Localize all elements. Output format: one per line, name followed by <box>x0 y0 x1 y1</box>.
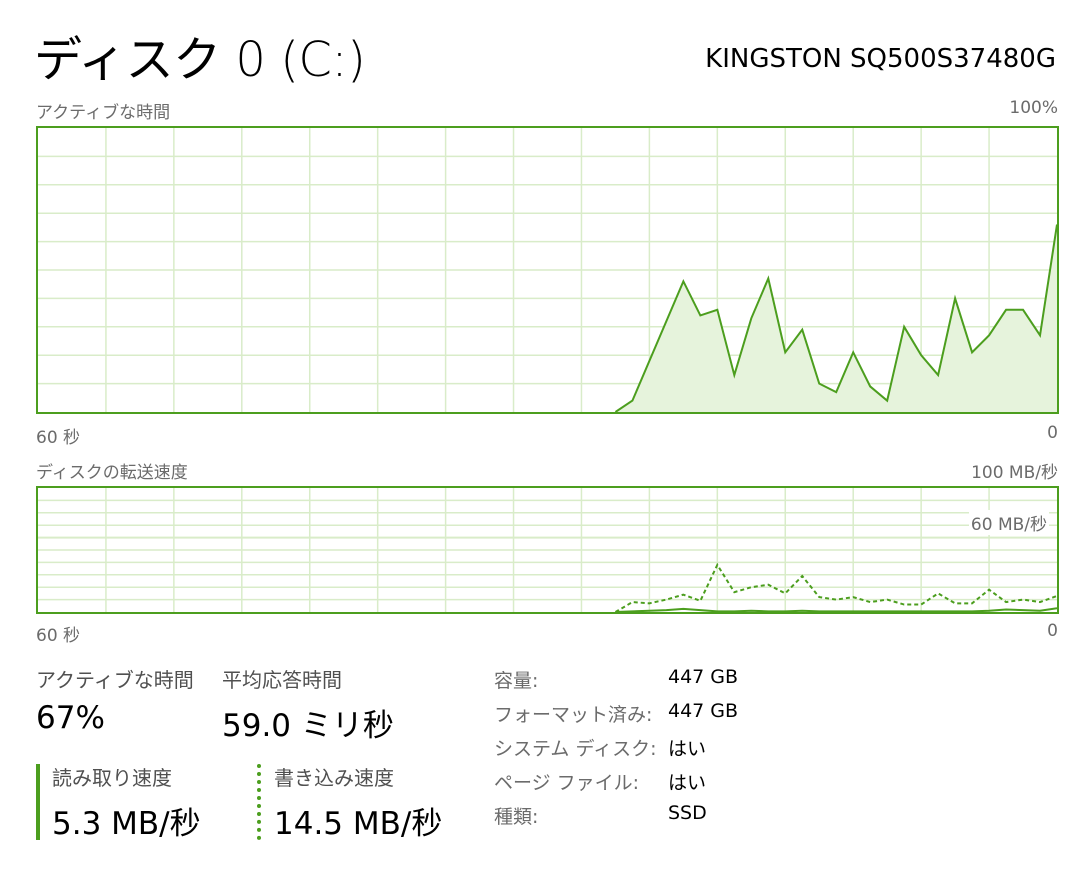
transfer-chart-svg <box>38 488 1057 612</box>
avg-response-value: 59.0 ミリ秒 <box>222 708 394 744</box>
read-speed-label: 読み取り速度 <box>52 766 172 790</box>
read-speed-line <box>615 607 1057 612</box>
write-speed-line <box>614 562 1057 612</box>
read-speed-value: 5.3 MB/秒 <box>52 806 201 842</box>
active-time-max-label: 100% <box>1009 98 1058 118</box>
transfer-ref-label: 60 MB/秒 <box>968 510 1049 535</box>
transfer-max-label: 100 MB/秒 <box>971 463 1058 483</box>
active-time-chart-label: アクティブな時間 <box>36 103 171 123</box>
page-file-label: ページ ファイル: <box>494 772 640 794</box>
type-label: 種類: <box>494 806 539 828</box>
read-speed-legend-bar <box>36 764 40 840</box>
write-speed-legend-bar <box>257 764 261 840</box>
system-disk-label: システム ディスク: <box>494 738 657 760</box>
transfer-chart-label: ディスクの転送速度 <box>36 463 188 483</box>
capacity-value: 447 GB <box>668 666 739 688</box>
disk-model: KINGSTON SQ500S37480G <box>705 44 1056 74</box>
capacity-label: 容量: <box>494 670 539 692</box>
active-time-chart-svg <box>38 128 1057 412</box>
disk-title: ディスク 0 (C:) <box>34 32 366 88</box>
transfer-chart: 60 MB/秒 <box>36 486 1059 614</box>
active-time-left-label: 60 秒 <box>36 428 81 448</box>
transfer-right-label: 0 <box>1047 621 1058 641</box>
active-time-stat-label: アクティブな時間 <box>36 668 194 692</box>
transfer-left-label: 60 秒 <box>36 626 81 646</box>
system-disk-value: はい <box>668 738 707 760</box>
avg-response-label: 平均応答時間 <box>222 668 342 692</box>
active-time-right-label: 0 <box>1047 423 1058 443</box>
write-speed-label: 書き込み速度 <box>274 766 394 790</box>
active-time-chart <box>36 126 1059 414</box>
type-value: SSD <box>668 802 707 824</box>
write-speed-value: 14.5 MB/秒 <box>274 806 443 842</box>
active-time-stat-value: 67% <box>36 700 105 736</box>
page-file-value: はい <box>668 772 707 794</box>
formatted-label: フォーマット済み: <box>494 704 653 726</box>
formatted-value: 447 GB <box>668 700 739 722</box>
